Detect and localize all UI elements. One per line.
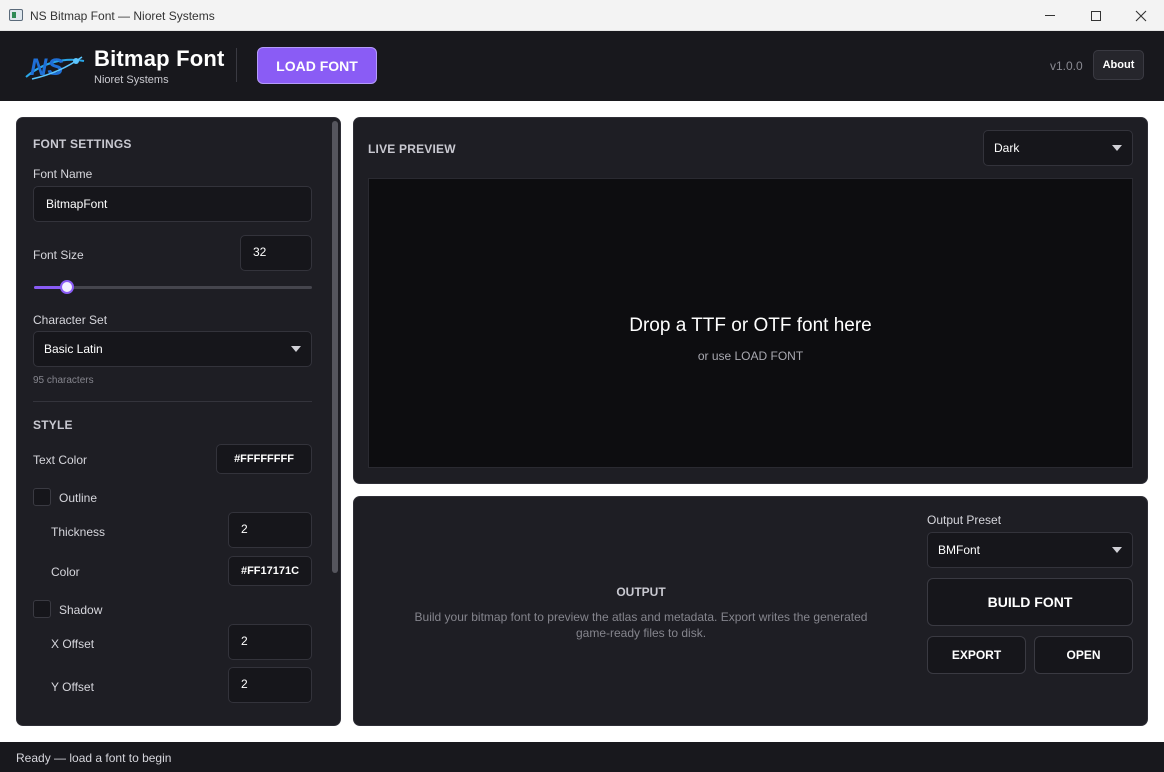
settings-scrollbar-thumb[interactable] [332, 121, 338, 573]
export-button[interactable]: EXPORT [927, 636, 1026, 674]
app-icon [9, 9, 23, 21]
section-divider [33, 401, 312, 402]
status-bar: Ready — load a font to begin [0, 742, 1164, 772]
app-header: NS Bitmap Font Nioret Systems LOAD FONT … [0, 31, 1164, 101]
font-name-input[interactable]: BitmapFont [33, 186, 312, 222]
font-size-slider-thumb[interactable] [60, 280, 74, 294]
thickness-input[interactable]: 2 [228, 512, 312, 548]
version-label: v1.0.0 [1050, 59, 1083, 73]
preview-theme-value: Dark [994, 141, 1020, 155]
font-size-label: Font Size [33, 248, 84, 262]
shadow-checkbox[interactable] [33, 600, 51, 618]
x-offset-input[interactable]: 2 [228, 624, 312, 660]
outline-color-button[interactable]: #FF17171C [228, 556, 312, 586]
text-color-label: Text Color [33, 453, 88, 467]
preview-theme-select[interactable]: Dark [983, 130, 1133, 166]
live-preview-panel: LIVE PREVIEW Dark Drop a TTF or OTF font… [353, 117, 1148, 484]
font-drop-zone[interactable]: Drop a TTF or OTF font here or use LOAD … [368, 178, 1133, 468]
chevron-down-icon [291, 346, 301, 352]
ns-logo-icon: NS [25, 54, 85, 81]
output-preset-label: Output Preset [927, 513, 1002, 527]
maximize-button[interactable] [1073, 0, 1119, 31]
output-preset-value: BMFont [938, 543, 981, 557]
y-offset-input[interactable]: 2 [228, 667, 312, 703]
svg-text:NS: NS [30, 54, 63, 81]
close-icon [1135, 10, 1147, 21]
settings-scrollbar[interactable] [330, 118, 340, 725]
font-settings-heading: FONT SETTINGS [33, 137, 132, 151]
outline-color-label: Color [51, 565, 80, 579]
build-font-button[interactable]: BUILD FONT [927, 578, 1133, 626]
open-button[interactable]: OPEN [1034, 636, 1133, 674]
y-offset-label: Y Offset [51, 680, 94, 694]
style-heading: STYLE [33, 418, 73, 432]
shadow-label: Shadow [59, 603, 103, 617]
live-preview-heading: LIVE PREVIEW [368, 142, 456, 156]
drop-hint: or use LOAD FONT [697, 349, 804, 363]
font-size-slider[interactable] [34, 280, 312, 294]
output-description: Build your bitmap font to preview the at… [414, 610, 868, 640]
thickness-label: Thickness [51, 525, 106, 539]
character-set-label: Character Set [33, 313, 108, 327]
about-button[interactable]: About [1093, 50, 1144, 80]
outline-checkbox[interactable] [33, 488, 51, 506]
minimize-button[interactable] [1027, 0, 1073, 31]
window-titlebar: NS Bitmap Font — Nioret Systems [0, 0, 1164, 31]
character-set-select[interactable]: Basic Latin [33, 331, 312, 367]
x-offset-label: X Offset [51, 637, 95, 651]
maximize-icon [1091, 10, 1101, 21]
text-color-button[interactable]: #FFFFFFFF [216, 444, 312, 474]
window-title: NS Bitmap Font — Nioret Systems [30, 9, 215, 23]
character-set-value: Basic Latin [44, 342, 103, 356]
font-size-input[interactable]: 32 [240, 235, 312, 271]
output-panel: OUTPUT Build your bitmap font to preview… [353, 496, 1148, 726]
load-font-button[interactable]: LOAD FONT [257, 47, 377, 84]
settings-panel: FONT SETTINGS Font Name BitmapFont Font … [16, 117, 341, 726]
chevron-down-icon [1112, 547, 1122, 553]
header-divider [236, 48, 237, 82]
chevron-down-icon [1112, 145, 1122, 151]
status-text: Ready — load a font to begin [16, 751, 172, 765]
output-heading: OUTPUT [616, 585, 666, 599]
font-name-label: Font Name [33, 167, 93, 181]
character-count: 95 characters [33, 375, 94, 386]
close-button[interactable] [1118, 0, 1164, 31]
brand-title: Bitmap Font [94, 46, 225, 71]
minimize-icon [1045, 15, 1055, 16]
output-preset-select[interactable]: BMFont [927, 532, 1133, 568]
brand-subtitle: Nioret Systems [94, 74, 169, 86]
outline-label: Outline [59, 491, 98, 505]
drop-message: Drop a TTF or OTF font here [629, 315, 872, 336]
